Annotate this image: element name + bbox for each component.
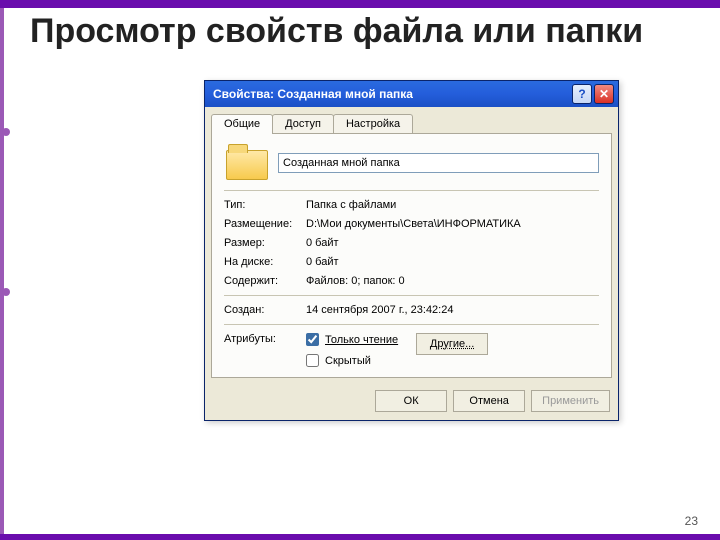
folder-name-input[interactable] <box>278 153 599 173</box>
tab-general[interactable]: Общие <box>211 114 273 134</box>
hidden-checkbox[interactable] <box>306 354 319 367</box>
ondisk-value: 0 байт <box>306 256 599 268</box>
readonly-checkbox-row[interactable]: Только чтение <box>306 333 398 346</box>
hidden-label: Скрытый <box>325 355 371 367</box>
titlebar: Свойства: Созданная мной папка ? ✕ <box>205 81 618 107</box>
attributes-label: Атрибуты: <box>224 333 306 367</box>
readonly-label: Только чтение <box>325 334 398 346</box>
dialog-title: Свойства: Созданная мной папка <box>213 87 570 101</box>
contains-value: Файлов: 0; папок: 0 <box>306 275 599 287</box>
ok-button[interactable]: ОК <box>375 390 447 412</box>
slide-title: Просмотр свойств файла или папки <box>30 12 643 51</box>
ondisk-label: На диске: <box>224 256 306 268</box>
apply-button[interactable]: Применить <box>531 390 610 412</box>
size-label: Размер: <box>224 237 306 249</box>
hidden-checkbox-row[interactable]: Скрытый <box>306 354 398 367</box>
folder-icon <box>224 144 268 182</box>
contains-label: Содержит: <box>224 275 306 287</box>
type-value: Папка с файлами <box>306 199 599 211</box>
type-label: Тип: <box>224 199 306 211</box>
close-button[interactable]: ✕ <box>594 84 614 104</box>
tab-customize[interactable]: Настройка <box>333 114 413 133</box>
other-attributes-button[interactable]: Другие... <box>416 333 488 355</box>
help-button[interactable]: ? <box>572 84 592 104</box>
slide-number: 23 <box>685 514 698 528</box>
created-label: Создан: <box>224 304 306 316</box>
tab-sharing[interactable]: Доступ <box>272 114 334 133</box>
location-value: D:\Мои документы\Света\ИНФОРМАТИКА <box>306 218 599 230</box>
readonly-checkbox[interactable] <box>306 333 319 346</box>
cancel-button[interactable]: Отмена <box>453 390 525 412</box>
size-value: 0 байт <box>306 237 599 249</box>
properties-dialog: Свойства: Созданная мной папка ? ✕ Общие… <box>204 80 619 421</box>
location-label: Размещение: <box>224 218 306 230</box>
created-value: 14 сентября 2007 г., 23:42:24 <box>306 304 599 316</box>
